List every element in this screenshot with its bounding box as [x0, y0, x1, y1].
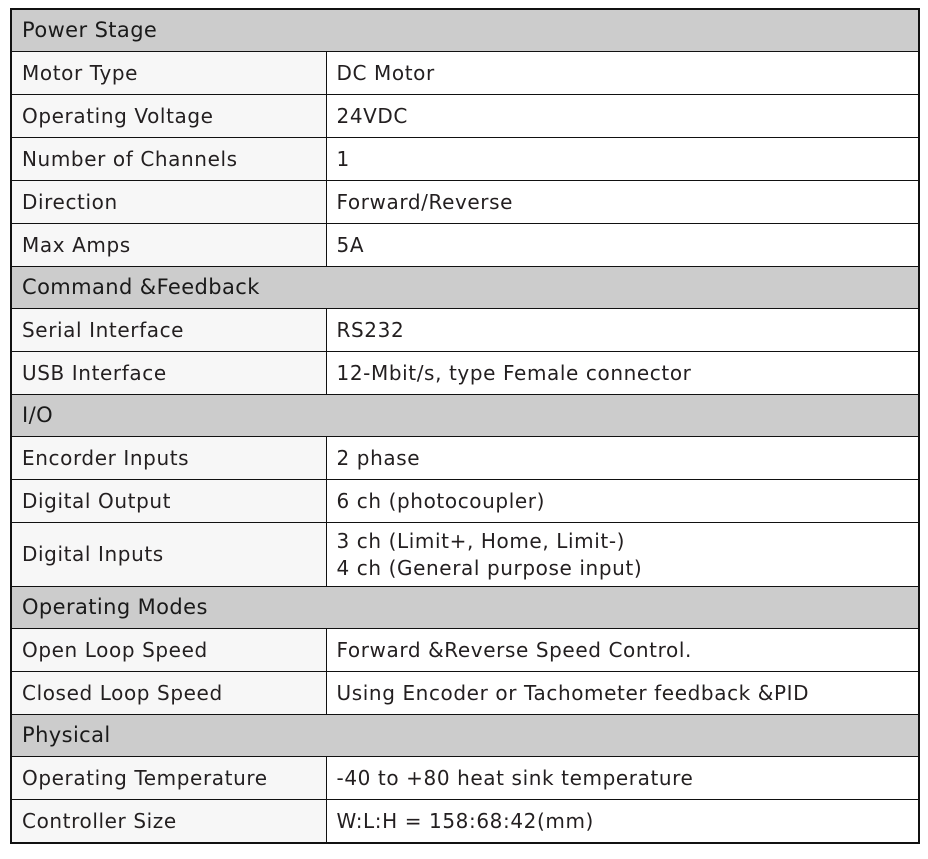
row-label-operating-temperature: Operating Temperature [10, 756, 327, 800]
table-row: Operating Voltage 24VDC [10, 94, 920, 138]
row-label-usb-interface: USB Interface [10, 351, 327, 395]
section-title-physical: Physical [10, 714, 920, 757]
row-value-open-loop-speed: Forward &Reverse Speed Control. [325, 628, 920, 672]
table-row: Digital Output 6 ch (photocoupler) [10, 479, 920, 523]
section-header-row: Command &Feedback [10, 266, 920, 309]
row-value-number-of-channels: 1 [325, 137, 920, 181]
row-value-motor-type: DC Motor [325, 51, 920, 95]
table-row: Motor Type DC Motor [10, 51, 920, 95]
row-value-direction: Forward/Reverse [325, 180, 920, 224]
table-row: Direction Forward/Reverse [10, 180, 920, 224]
table-row: Number of Channels 1 [10, 137, 920, 181]
row-value-controller-size: W:L:H = 158:68:42(mm) [325, 799, 920, 844]
table-row: Controller Size W:L:H = 158:68:42(mm) [10, 799, 920, 844]
row-label-serial-interface: Serial Interface [10, 308, 327, 352]
section-header-row: Physical [10, 714, 920, 757]
table-row: Max Amps 5A [10, 223, 920, 267]
specification-table: Power Stage Motor Type DC Motor Operatin… [10, 8, 921, 844]
table-row: USB Interface 12-Mbit/s, type Female con… [10, 351, 920, 395]
row-value-digital-inputs: 3 ch (Limit+, Home, Limit-) 4 ch (Genera… [325, 522, 920, 587]
table-row: Operating Temperature -40 to +80 heat si… [10, 756, 920, 800]
row-label-number-of-channels: Number of Channels [10, 137, 327, 181]
table-row: Open Loop Speed Forward &Reverse Speed C… [10, 628, 920, 672]
row-label-direction: Direction [10, 180, 327, 224]
row-value-digital-inputs-line-2: 4 ch (General purpose input) [336, 555, 643, 580]
row-value-digital-inputs-line-1: 3 ch (Limit+, Home, Limit-) [336, 528, 626, 553]
section-header-row: Power Stage [10, 8, 920, 52]
row-label-motor-type: Motor Type [10, 51, 327, 95]
table-row: Digital Inputs 3 ch (Limit+, Home, Limit… [10, 522, 920, 587]
table-row: Encorder Inputs 2 phase [10, 436, 920, 480]
table-row: Serial Interface RS232 [10, 308, 920, 352]
row-value-encorder-inputs: 2 phase [325, 436, 920, 480]
row-label-open-loop-speed: Open Loop Speed [10, 628, 327, 672]
row-label-digital-output: Digital Output [10, 479, 327, 523]
row-label-operating-voltage: Operating Voltage [10, 94, 327, 138]
row-value-serial-interface: RS232 [325, 308, 920, 352]
row-label-encorder-inputs: Encorder Inputs [10, 436, 327, 480]
row-value-closed-loop-speed: Using Encoder or Tachometer feedback &PI… [325, 671, 920, 715]
section-title-command-feedback: Command &Feedback [10, 266, 920, 309]
section-header-row: I/O [10, 394, 920, 437]
row-label-closed-loop-speed: Closed Loop Speed [10, 671, 327, 715]
section-title-power-stage: Power Stage [10, 8, 920, 52]
specification-table-body: Power Stage Motor Type DC Motor Operatin… [10, 8, 920, 844]
table-row: Closed Loop Speed Using Encoder or Tacho… [10, 671, 920, 715]
row-value-operating-voltage: 24VDC [325, 94, 920, 138]
section-title-operating-modes: Operating Modes [10, 586, 920, 629]
section-title-io: I/O [10, 394, 920, 437]
row-value-max-amps: 5A [325, 223, 920, 267]
row-label-max-amps: Max Amps [10, 223, 327, 267]
row-value-usb-interface: 12-Mbit/s, type Female connector [325, 351, 920, 395]
section-header-row: Operating Modes [10, 586, 920, 629]
row-value-operating-temperature: -40 to +80 heat sink temperature [325, 756, 920, 800]
row-value-digital-output: 6 ch (photocoupler) [325, 479, 920, 523]
row-label-controller-size: Controller Size [10, 799, 327, 844]
row-label-digital-inputs: Digital Inputs [10, 522, 327, 587]
specification-table-container: Power Stage Motor Type DC Motor Operatin… [10, 8, 921, 844]
